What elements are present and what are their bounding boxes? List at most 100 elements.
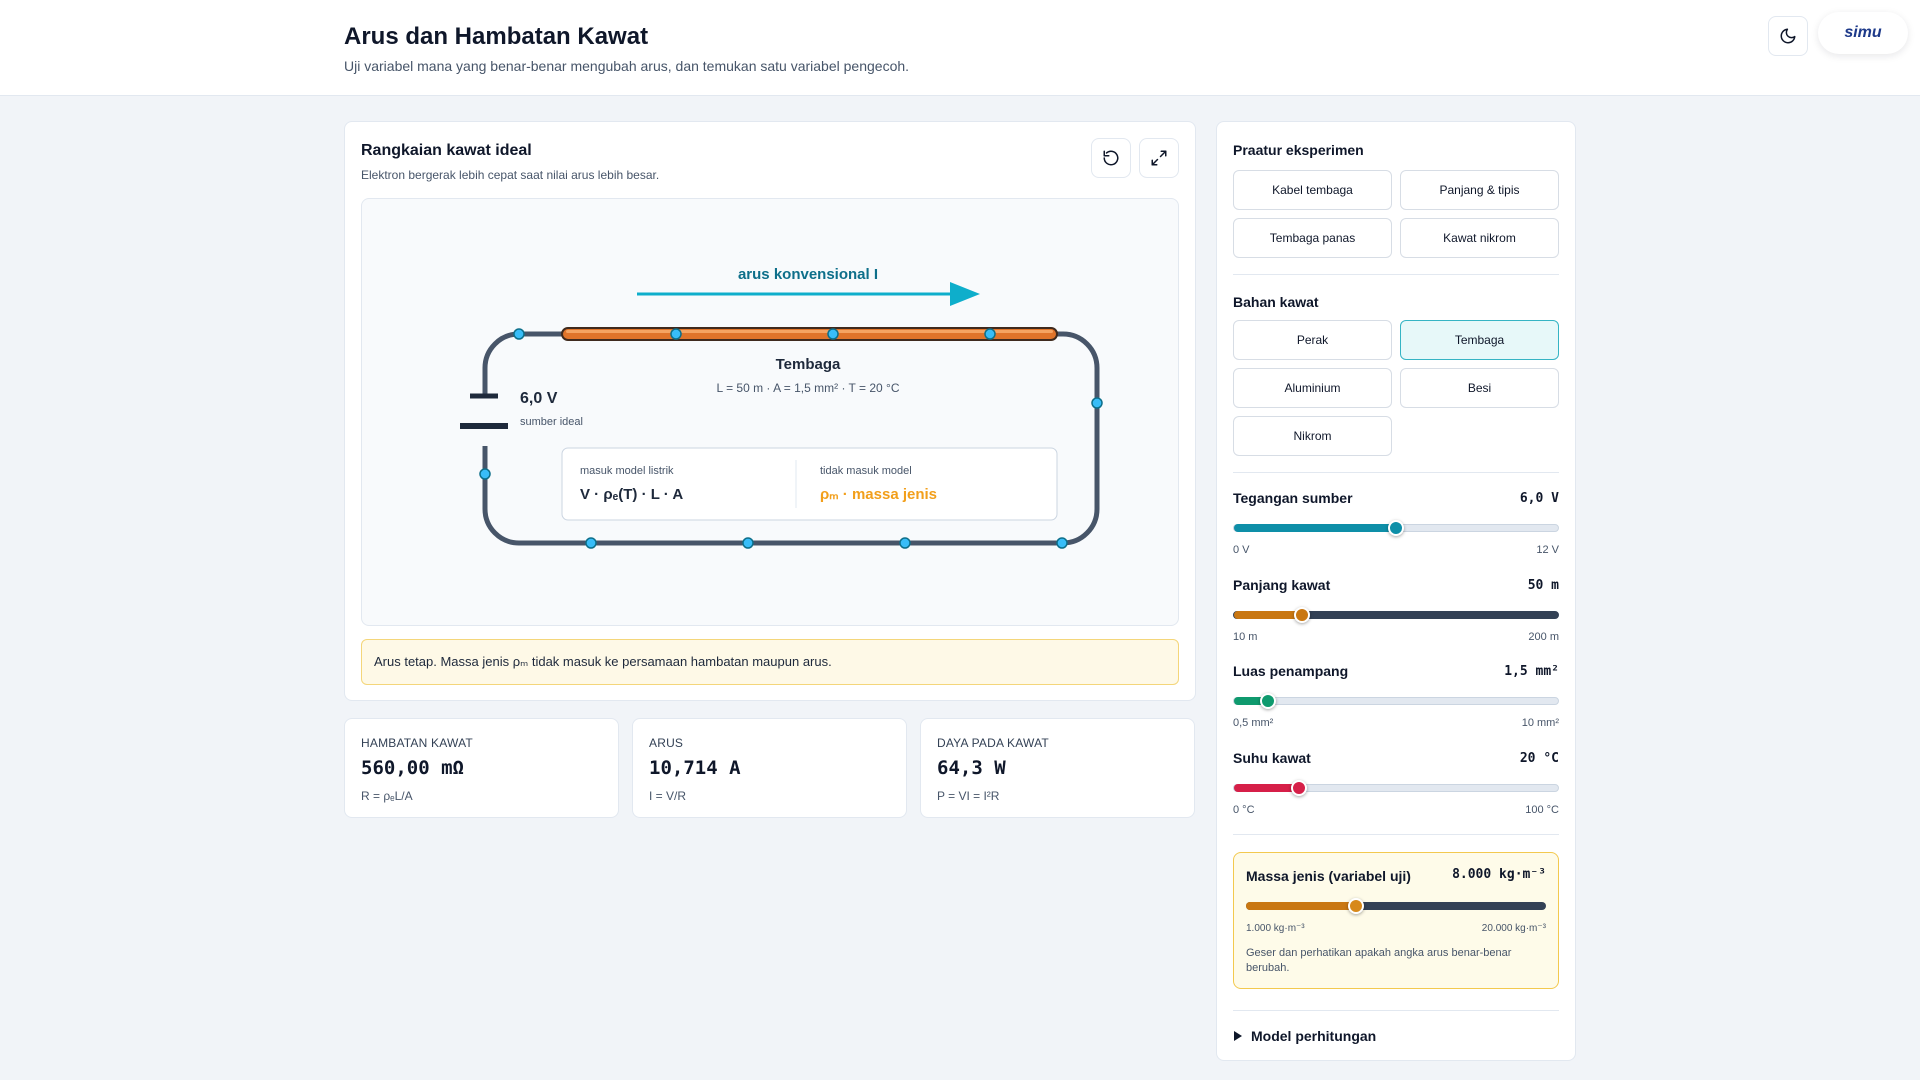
temperature-max-label: 100 °C [1525, 804, 1559, 816]
reset-button[interactable] [1091, 138, 1131, 178]
metric-value: 560,00 mΩ [361, 757, 464, 779]
slider-thumb[interactable] [1388, 520, 1404, 536]
length-slider-label: Panjang kawat [1233, 577, 1331, 593]
slider-fill [1234, 611, 1303, 619]
material-nichrome[interactable]: Nikrom [1233, 416, 1392, 456]
caret-right-icon [1234, 1031, 1242, 1041]
area-slider-value: 1,5 mm² [1504, 664, 1559, 679]
materials-title: Bahan kawat [1233, 294, 1319, 310]
metric-formula: P = VI = I²R [937, 789, 1000, 803]
preset-hot-copper[interactable]: Tembaga panas [1233, 218, 1392, 258]
moon-icon [1780, 28, 1796, 44]
area-min-label: 0,5 mm² [1233, 717, 1274, 729]
calculation-model-label: Model perhitungan [1251, 1028, 1377, 1044]
metric-value: 10,714 A [649, 757, 741, 779]
out-model-label: tidak masuk model [820, 465, 912, 477]
slider-fill [1246, 902, 1357, 910]
logo-text: simu [1844, 24, 1882, 41]
divider [1233, 274, 1559, 275]
length-max-label: 200 m [1528, 631, 1559, 643]
voltage-slider-label: Tegangan sumber [1233, 490, 1353, 506]
in-model-label: masuk model listrik [580, 465, 674, 477]
voltage-slider-value: 6,0 V [1519, 491, 1559, 506]
temperature-slider-value: 20 °C [1519, 751, 1559, 766]
wire-params-label: L = 50 m · A = 1,5 mm² · T = 20 °C [717, 381, 900, 395]
test-variable-box: Massa jenis (variabel uji) 8.000 kg·m⁻³ … [1233, 852, 1559, 989]
presets-title: Praatur eksperimen [1233, 142, 1364, 158]
area-slider-label: Luas penampang [1233, 663, 1349, 679]
density-min-label: 1.000 kg·m⁻³ [1246, 923, 1305, 934]
circuit-diagram: arus konvensional I 6,0 V sumber ideal T… [460, 266, 1103, 549]
electron [670, 328, 682, 340]
temperature-slider[interactable] [1233, 780, 1559, 796]
simulation-title: Rangkaian kawat ideal [361, 142, 532, 159]
in-model-value: V · ρₑ(T) · L · A [580, 486, 683, 503]
preset-long-thin[interactable]: Panjang & tipis [1400, 170, 1559, 210]
material-silver[interactable]: Perak [1233, 320, 1392, 360]
metric-value: 64,3 W [937, 757, 1006, 779]
metric-formula: I = V/R [649, 789, 687, 803]
electron [827, 328, 839, 340]
current-direction-label: arus konvensional I [738, 266, 878, 283]
voltage-max-label: 12 V [1536, 544, 1559, 556]
temperature-min-label: 0 °C [1233, 804, 1255, 816]
material-iron[interactable]: Besi [1400, 368, 1559, 408]
slider-thumb[interactable] [1294, 607, 1311, 623]
control-panel: Praatur eksperimen Kabel tembaga Panjang… [1216, 121, 1576, 1061]
page-subtitle: Uji variabel mana yang benar-benar mengu… [344, 58, 910, 74]
length-slider[interactable] [1233, 607, 1559, 623]
electron [984, 328, 996, 340]
electron [1056, 537, 1068, 549]
slider-thumb[interactable] [1348, 898, 1365, 914]
test-variable-hint: Geser dan perhatikan apakah angka arus b… [1246, 947, 1512, 974]
simu-logo[interactable]: simu [1818, 12, 1908, 54]
metric-label: DAYA PADA KAWAT [937, 736, 1049, 750]
voltage-slider[interactable] [1233, 520, 1559, 536]
preset-nichrome-wire[interactable]: Kawat nikrom [1400, 218, 1559, 258]
metric-card-current: ARUS 10,714 A I = V/R [632, 718, 907, 818]
electron [1091, 397, 1103, 409]
current-arrow-head [950, 282, 980, 306]
wire-material-label: Tembaga [776, 356, 841, 373]
wire-highlight [566, 330, 1053, 333]
test-variable-label: Massa jenis (variabel uji) [1246, 868, 1411, 884]
divider [1233, 1010, 1559, 1011]
density-max-label: 20.000 kg·m⁻³ [1481, 923, 1546, 934]
area-max-label: 10 mm² [1521, 717, 1559, 729]
test-variable-value: 8.000 kg·m⁻³ [1452, 867, 1546, 882]
slider-thumb[interactable] [1260, 693, 1277, 709]
electron [899, 537, 911, 549]
observation-note: Arus tetap. Massa jenis ρₘ tidak masuk k… [361, 639, 1179, 685]
theme-toggle-button[interactable] [1768, 16, 1808, 56]
material-copper[interactable]: Tembaga [1400, 320, 1559, 360]
simulation-subtitle: Elektron bergerak lebih cepat saat nilai… [361, 168, 660, 182]
source-label: sumber ideal [520, 416, 583, 428]
page-title: Arus dan Hambatan Kawat [344, 23, 649, 50]
fullscreen-button[interactable] [1139, 138, 1179, 178]
model-box [561, 447, 1058, 521]
divider [1233, 834, 1559, 835]
slider-fill [1234, 784, 1299, 792]
electron [513, 328, 525, 340]
length-min-label: 10 m [1233, 631, 1258, 643]
metric-card-power: DAYA PADA KAWAT 64,3 W P = VI = I²R [920, 718, 1195, 818]
preset-copper-cable[interactable]: Kabel tembaga [1233, 170, 1392, 210]
divider [1233, 472, 1559, 473]
app-header: Arus dan Hambatan Kawat Uji variabel man… [0, 0, 1920, 96]
voltage-min-label: 0 V [1233, 544, 1250, 556]
reset-icon [1103, 150, 1119, 166]
electron [742, 537, 754, 549]
calculation-model-toggle[interactable]: Model perhitungan [1233, 1028, 1376, 1044]
metric-card-resistance: HAMBATAN KAWAT 560,00 mΩ R = ρₑL/A [344, 718, 619, 818]
metric-label: ARUS [649, 736, 684, 750]
battery-gap [472, 394, 496, 446]
slider-thumb[interactable] [1290, 780, 1307, 796]
area-slider[interactable] [1233, 693, 1559, 709]
circuit-stage: arus konvensional I 6,0 V sumber ideal T… [361, 198, 1179, 626]
metric-label: HAMBATAN KAWAT [361, 736, 473, 750]
metric-formula: R = ρₑL/A [361, 789, 413, 803]
density-slider[interactable] [1246, 898, 1546, 914]
material-aluminium[interactable]: Aluminium [1233, 368, 1392, 408]
copper-wire [561, 327, 1058, 341]
out-model-value: ρₘ · massa jenis [820, 486, 937, 503]
